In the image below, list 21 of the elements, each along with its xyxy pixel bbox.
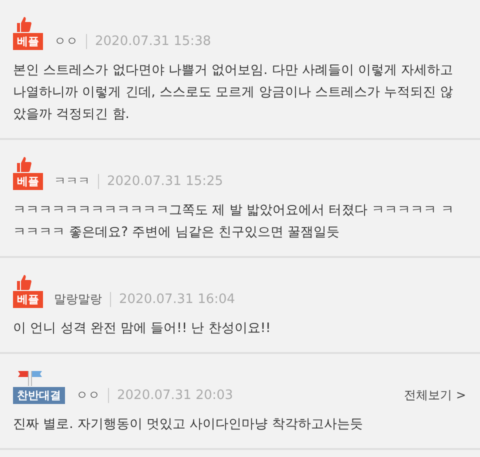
thumbs-up-icon	[15, 156, 33, 172]
comment-text: 진짜 별로. 자기행동이 멋있고 사이다인마냥 착각하고사는듯	[13, 416, 364, 434]
comment-text: 본인 스트레스가 없다면야 나쁠거 없어보임. 다만 사례들이 이렇게 자세하고 나열하니까 이렇게 긴데, 스스로도 모르게 앙금이나 스트레스가 누적되진 않았을까 걱정되긴 함.	[13, 62, 454, 124]
best-badge: 베플	[13, 172, 43, 190]
flags-icon	[15, 370, 45, 386]
comment-date: 2020.07.31 15:25	[107, 174, 224, 188]
view-all-link[interactable]: 전체보기 >	[404, 386, 466, 404]
best-badge: 베플	[13, 32, 43, 50]
comment-date: 2020.07.31 16:04	[119, 292, 236, 306]
author-name: ㅇㅇ	[76, 386, 100, 404]
author-name: ㅇㅇ	[54, 32, 78, 50]
thumbs-up-icon	[15, 16, 33, 32]
comment-text: ㅋㅋㅋㅋㅋㅋㅋㅋㅋㅋㅋㅋ그쪽도 제 발 밟았어요에서 터졌다 ㅋㅋㅋㅋㅋ ㅋㅋㅋㅋㅋ 좋은데요? 주변에 님같은 친구있으면 꿀잼일듯	[13, 202, 455, 242]
best-badge: 베플	[13, 290, 43, 308]
comment-date: 2020.07.31 20:03	[117, 388, 234, 402]
best-badge: 찬반대결	[13, 386, 65, 404]
thumbs-up-icon	[15, 274, 33, 290]
author-name: 말랑말랑	[54, 290, 102, 308]
comment-date: 2020.07.31 15:38	[95, 34, 212, 48]
comment-text: 이 언니 성격 완전 맘에 들어!! 난 찬성이요!!	[13, 320, 272, 338]
author-name: ㅋㅋㅋ	[54, 172, 90, 190]
